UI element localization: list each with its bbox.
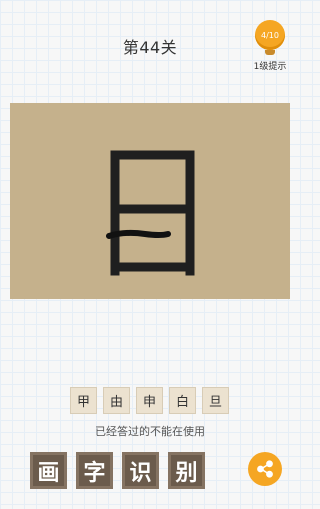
hint-button[interactable]: 4/10 1级提示 xyxy=(250,20,290,72)
choice-option[interactable]: 白 xyxy=(169,387,196,414)
answer-tile[interactable]: 画 xyxy=(30,452,67,489)
lightbulb-icon: 4/10 xyxy=(255,20,285,50)
choice-option[interactable]: 甲 xyxy=(70,387,97,414)
choice-option[interactable]: 申 xyxy=(136,387,163,414)
drawn-character xyxy=(106,150,195,276)
answer-tiles: 画 字 识 别 xyxy=(30,452,205,489)
answer-tile[interactable]: 识 xyxy=(122,452,159,489)
share-button[interactable] xyxy=(248,452,282,486)
hint-label: 1级提示 xyxy=(253,62,287,72)
usage-notice: 已经答过的不能在使用 xyxy=(95,425,205,438)
answer-tile[interactable]: 别 xyxy=(168,452,205,489)
hint-counter: 4/10 xyxy=(261,30,279,40)
choice-option[interactable]: 旦 xyxy=(202,387,229,414)
answer-choices: 甲 由 申 白 旦 xyxy=(70,387,229,415)
choice-option[interactable]: 由 xyxy=(103,387,130,414)
answer-tile[interactable]: 字 xyxy=(76,452,113,489)
drawing-board[interactable] xyxy=(10,103,290,299)
share-icon xyxy=(257,460,273,478)
lightbulb-base xyxy=(265,50,275,55)
